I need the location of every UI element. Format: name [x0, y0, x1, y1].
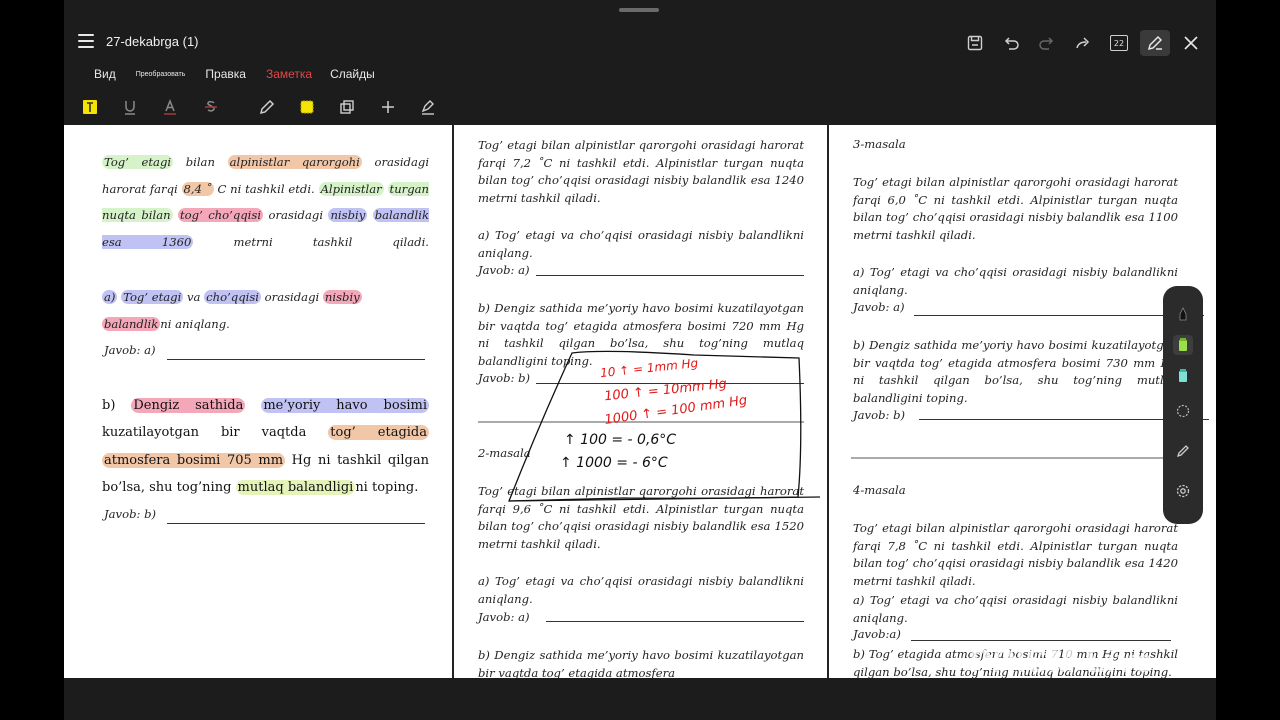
answer-b-label: Javob: b) — [104, 507, 156, 521]
highlight: cho’qqisi — [204, 290, 261, 304]
highlight: Dengiz sathida — [131, 398, 246, 413]
menu-icon[interactable] — [78, 34, 94, 48]
answer-a-text: Javob: a) — [853, 300, 905, 314]
title-actions: 22 — [960, 30, 1206, 56]
menu-convert[interactable]: Преобразовать — [136, 71, 186, 78]
highlight: nisbiy — [328, 208, 368, 223]
text-highlight-icon[interactable] — [80, 97, 100, 117]
handwriting-black-2: ↑ 1000 = - 6°C — [560, 455, 668, 471]
text: metrni tashkil qiladi. — [233, 234, 430, 249]
gear-icon[interactable] — [1173, 481, 1193, 501]
close-icon[interactable] — [1176, 30, 1206, 56]
document-pages[interactable]: Tog’ etagi bilan alpinistlar qarorgohi o… — [64, 125, 1216, 678]
page-count-badge: 22 — [1110, 35, 1128, 51]
highlight: Tog’ etagi — [102, 155, 174, 169]
text: bilan — [185, 155, 215, 169]
text: bo’lsa, shu tog’ning — [102, 479, 232, 495]
section-divider — [851, 457, 1191, 459]
page-column-3: 3-masala Tog’ etagi bilan alpinistlar qa… — [829, 125, 1216, 678]
highlighter-icon[interactable] — [297, 97, 317, 117]
menu-edit[interactable]: Правка — [205, 67, 246, 81]
shapes-icon[interactable] — [337, 97, 357, 117]
strikethrough-icon[interactable] — [201, 97, 221, 117]
text: ni toping. — [355, 479, 419, 495]
section-title-3: 3-masala — [853, 137, 906, 151]
question-b: b) Dengiz sathida me’yoriy havo bosimi k… — [853, 338, 1178, 406]
highlight: atmosfera bosimi 705 mm — [102, 452, 286, 468]
save-icon[interactable] — [960, 30, 990, 56]
highlight: alpinistlar qarorgohi — [227, 155, 362, 169]
window-grabber[interactable] — [619, 8, 659, 12]
undo-icon[interactable] — [996, 30, 1026, 56]
text: orasidagi — [268, 208, 324, 223]
annotation-toolbar — [64, 90, 1216, 124]
watermark-logo: PRISM Live — [970, 643, 1155, 679]
text: orasidagi — [264, 290, 320, 304]
pencil-settings-icon[interactable] — [1173, 441, 1193, 461]
signature-icon[interactable] — [418, 97, 438, 117]
answer-a-label: Javob: a) — [104, 343, 156, 357]
text-color-icon[interactable] — [160, 97, 180, 117]
text: ni aniqlang. — [160, 316, 230, 331]
highlight: tog’ cho’qqisi — [178, 208, 264, 223]
highlight: tog’ etagida — [328, 425, 429, 441]
answer-a-line[interactable] — [167, 359, 425, 360]
highlight: a) — [102, 290, 118, 304]
text: b) — [102, 398, 116, 413]
page-column-1: Tog’ etagi bilan alpinistlar qarorgohi o… — [64, 125, 452, 678]
highlight: balandlik — [102, 316, 161, 331]
section-title-4: 4-masala — [853, 483, 906, 497]
answer-a-2-line[interactable] — [911, 640, 1171, 641]
black-pen-icon[interactable] — [1173, 304, 1193, 324]
add-icon[interactable] — [378, 97, 398, 117]
handwriting-box — [508, 350, 821, 502]
menu-bar: Вид Преобразовать Правка Заметка Слайды — [64, 62, 1216, 86]
page-column-2: Tog’ etagi bilan alpinistlar qarorgohi o… — [454, 125, 827, 678]
problem-text-2: Tog’ etagi bilan alpinistlar qarorgohi o… — [853, 521, 1178, 589]
app-window: 27-dekabrga (1) 22 Вид Преобразовать Пра… — [64, 0, 1216, 720]
highlight: nisbiy — [322, 290, 362, 304]
highlight: Tog’ etagi — [121, 290, 184, 304]
answer-b-line[interactable] — [167, 523, 425, 524]
pen-palette — [1163, 286, 1203, 524]
highlight: mutlaq balandligi — [235, 479, 356, 495]
question-b: b) Dengiz sathida me’yoriy havo bosimi k… — [102, 392, 430, 501]
menu-note[interactable]: Заметка — [266, 67, 312, 81]
share-icon[interactable] — [1068, 30, 1098, 56]
handwriting-black-1: ↑ 100 = - 0,6°C — [564, 432, 677, 448]
title-bar: 27-dekabrga (1) 22 — [64, 26, 1216, 60]
highlight: 8,4 ˚ — [181, 181, 214, 196]
menu-slides[interactable]: Слайды — [330, 67, 375, 81]
underline-icon[interactable] — [120, 97, 140, 117]
answer-b-text: Javob: b) — [104, 507, 157, 521]
answer-a-line[interactable] — [914, 315, 1204, 316]
question-a: a) Tog’ etagi va cho’qqisi orasidagi nis… — [853, 265, 1178, 297]
edit-pen-icon[interactable] — [1140, 30, 1170, 56]
lasso-icon[interactable] — [1173, 401, 1193, 421]
answer-a-2-text: Javob:a) — [853, 627, 901, 641]
redo-icon[interactable] — [1032, 30, 1062, 56]
menu-view[interactable]: Вид — [94, 67, 116, 81]
highlight: me’yoriy havo bosimi — [261, 398, 430, 413]
page-count-button[interactable]: 22 — [1104, 30, 1134, 56]
question-a: a) Tog’ etagi va cho’qqisi orasidagi nis… — [102, 284, 447, 337]
cyan-highlighter-icon[interactable] — [1173, 366, 1193, 386]
problem-text: Tog’ etagi bilan alpinistlar qarorgohi o… — [102, 149, 429, 255]
text: C ni tashkil etdi. — [217, 181, 315, 196]
text: harorat farqi — [102, 181, 178, 196]
text: orasidagi — [374, 155, 430, 169]
question-a-2: a) Tog’ etagi va cho’qqisi orasidagi nis… — [853, 593, 1178, 625]
answer-a-text: Javob: a) — [104, 343, 156, 357]
pen-icon[interactable] — [257, 97, 277, 117]
text: va — [186, 290, 201, 304]
answer-b-text: Javob: b) — [853, 408, 906, 422]
document-title: 27-dekabrga (1) — [106, 34, 199, 49]
green-highlighter-icon[interactable] — [1173, 335, 1193, 355]
text: Hg ni tashkil qilgan — [291, 452, 429, 468]
highlight: Alpinistlar — [318, 181, 384, 196]
problem-text: Tog’ etagi bilan alpinistlar qarorgohi o… — [853, 175, 1178, 243]
text: kuzatilayotgan bir vaqtda — [102, 425, 307, 441]
